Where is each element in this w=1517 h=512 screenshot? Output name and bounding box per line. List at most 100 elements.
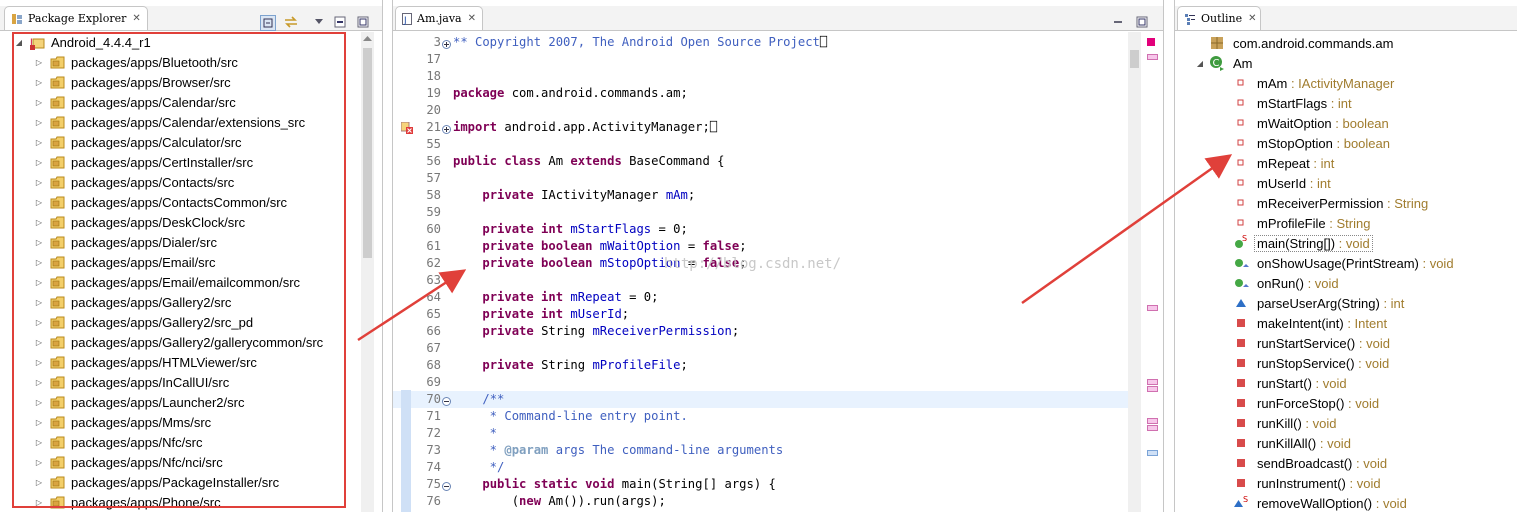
code-line[interactable]: 61 private boolean mWaitOption = false;: [393, 238, 1128, 255]
code-line[interactable]: 71 * Command-line entry point.: [393, 408, 1128, 425]
maximize-icon[interactable]: [1135, 15, 1149, 29]
outline-item[interactable]: onShowUsage(PrintStream) : void: [1233, 253, 1454, 273]
code-line[interactable]: 70 /**: [393, 391, 1128, 408]
line-number: 59: [426, 205, 441, 219]
code-line[interactable]: 57: [393, 170, 1128, 187]
minimize-icon[interactable]: [1111, 15, 1125, 29]
scroll-up-icon[interactable]: [363, 35, 372, 41]
code-line[interactable]: 65 private int mUserId;: [393, 306, 1128, 323]
expanded-triangle-icon[interactable]: ◢: [1195, 59, 1205, 68]
svg-text:J: J: [403, 16, 407, 25]
outline-item[interactable]: runStopService() : void: [1233, 353, 1389, 373]
member-name: runForceStop(): [1257, 395, 1345, 411]
code-text: private boolean mWaitOption = false;: [482, 239, 747, 253]
outline-item[interactable]: ◢ C Am: [1195, 53, 1253, 73]
member-name: com.android.commands.am: [1233, 35, 1394, 51]
watermark-text: http://blog.csdn.net/: [664, 256, 842, 272]
outline-item[interactable]: mStartFlags : int: [1233, 93, 1352, 113]
code-line[interactable]: 60 private int mStartFlags = 0;: [393, 221, 1128, 238]
outline-item[interactable]: SremoveWallOption() : void: [1233, 493, 1407, 512]
code-line[interactable]: 66 private String mReceiverPermission;: [393, 323, 1128, 340]
minimize-icon[interactable]: [333, 15, 347, 29]
code-editor[interactable]: 3 ** Copyright 2007, The Android Open Sou…: [393, 32, 1128, 512]
member-type: : Intent: [1343, 315, 1388, 331]
error-marker[interactable]: [1147, 38, 1155, 46]
outline-item[interactable]: sendBroadcast() : void: [1233, 453, 1387, 473]
tab-package-explorer[interactable]: Package Explorer ✕: [4, 6, 148, 30]
outline-item[interactable]: mStopOption : boolean: [1233, 133, 1390, 153]
code-line[interactable]: 68 private String mProfileFile;: [393, 357, 1128, 374]
member-type: : void: [1301, 415, 1337, 431]
code-line[interactable]: 17: [393, 51, 1128, 68]
outline-item[interactable]: com.android.commands.am: [1209, 33, 1393, 53]
outline-item[interactable]: mAm : IActivityManager: [1233, 73, 1394, 93]
code-line[interactable]: 21 import android.app.ActivityManager;⎕: [393, 119, 1128, 136]
tab-outline[interactable]: Outline ✕: [1177, 6, 1261, 30]
code-line[interactable]: 74 */: [393, 459, 1128, 476]
outline-item[interactable]: parseUserArg(String) : int: [1233, 293, 1404, 313]
scrollbar-thumb[interactable]: [1130, 50, 1139, 68]
outline-item[interactable]: mProfileFile : String: [1233, 213, 1370, 233]
code-line[interactable]: 73 * @param args The command-line argume…: [393, 442, 1128, 459]
occurrence-marker[interactable]: [1147, 386, 1158, 392]
outline-item[interactable]: makeIntent(int) : Intent: [1233, 313, 1387, 333]
private-field-icon: [1233, 175, 1249, 191]
code-line[interactable]: 69: [393, 374, 1128, 391]
outline-item[interactable]: runForceStop() : void: [1233, 393, 1379, 413]
code-line[interactable]: 64 private int mRepeat = 0;: [393, 289, 1128, 306]
code-line[interactable]: 19 package com.android.commands.am;: [393, 85, 1128, 102]
code-text: private int mUserId;: [482, 307, 630, 321]
code-line[interactable]: 58 private IActivityManager mAm;: [393, 187, 1128, 204]
code-line[interactable]: 55: [393, 136, 1128, 153]
code-line[interactable]: 67: [393, 340, 1128, 357]
outline-item[interactable]: Smain(String[]) : void: [1233, 233, 1373, 253]
outline-item[interactable]: mUserId : int: [1233, 173, 1331, 193]
scrollbar[interactable]: [361, 32, 374, 512]
code-line[interactable]: 76 (new Am()).run(args);: [393, 493, 1128, 510]
outline-item[interactable]: runStartService() : void: [1233, 333, 1390, 353]
code-line[interactable]: 18: [393, 68, 1128, 85]
occurrence-marker[interactable]: [1147, 305, 1158, 311]
outline-item[interactable]: runKillAll() : void: [1233, 433, 1351, 453]
editor-scrollbar[interactable]: [1128, 32, 1141, 512]
member-name: onShowUsage(PrintStream): [1257, 255, 1419, 271]
code-line[interactable]: 75 public static void main(String[] args…: [393, 476, 1128, 493]
change-marker[interactable]: [1147, 450, 1158, 456]
member-type: : void: [1303, 275, 1339, 291]
outline-item[interactable]: runStart() : void: [1233, 373, 1347, 393]
link-with-editor-icon[interactable]: [284, 15, 298, 29]
member-name: runStartService(): [1257, 335, 1356, 351]
code-line[interactable]: 20: [393, 102, 1128, 119]
close-icon[interactable]: ✕: [132, 13, 140, 24]
outline-label: parseUserArg(String) : int: [1257, 296, 1404, 311]
code-line[interactable]: 59: [393, 204, 1128, 221]
outline-label: mStopOption : boolean: [1257, 136, 1390, 151]
code-line[interactable]: 63: [393, 272, 1128, 289]
collapse-all-icon[interactable]: [260, 15, 276, 31]
outline-item[interactable]: runKill() : void: [1233, 413, 1336, 433]
tab-am-java[interactable]: J Am.java ✕: [395, 6, 483, 30]
line-number: 58: [426, 188, 441, 202]
outline-item[interactable]: mWaitOption : boolean: [1233, 113, 1389, 133]
member-type: : void: [1344, 395, 1380, 411]
outline-label: mUserId : int: [1257, 176, 1331, 191]
occurrence-marker[interactable]: [1147, 379, 1158, 385]
outline-item[interactable]: runInstrument() : void: [1233, 473, 1381, 493]
occurrence-marker[interactable]: [1147, 54, 1158, 60]
view-menu-icon[interactable]: [312, 15, 326, 29]
outline-item[interactable]: onRun() : void: [1233, 273, 1339, 293]
line-number: 64: [426, 290, 441, 304]
editor-tabbar: J Am.java ✕: [393, 6, 1163, 31]
code-line[interactable]: 3 ** Copyright 2007, The Android Open Sou…: [393, 34, 1128, 51]
maximize-icon[interactable]: [356, 15, 370, 29]
close-icon[interactable]: ✕: [1248, 13, 1256, 24]
code-line[interactable]: 72 *: [393, 425, 1128, 442]
outline-item[interactable]: mRepeat : int: [1233, 153, 1334, 173]
occurrence-marker[interactable]: [1147, 425, 1158, 431]
close-icon[interactable]: ✕: [468, 13, 476, 24]
member-name: mAm: [1257, 75, 1288, 91]
code-line[interactable]: 56 public class Am extends BaseCommand {: [393, 153, 1128, 170]
outline-item[interactable]: mReceiverPermission : String: [1233, 193, 1428, 213]
scrollbar-thumb[interactable]: [363, 48, 372, 258]
occurrence-marker[interactable]: [1147, 418, 1158, 424]
